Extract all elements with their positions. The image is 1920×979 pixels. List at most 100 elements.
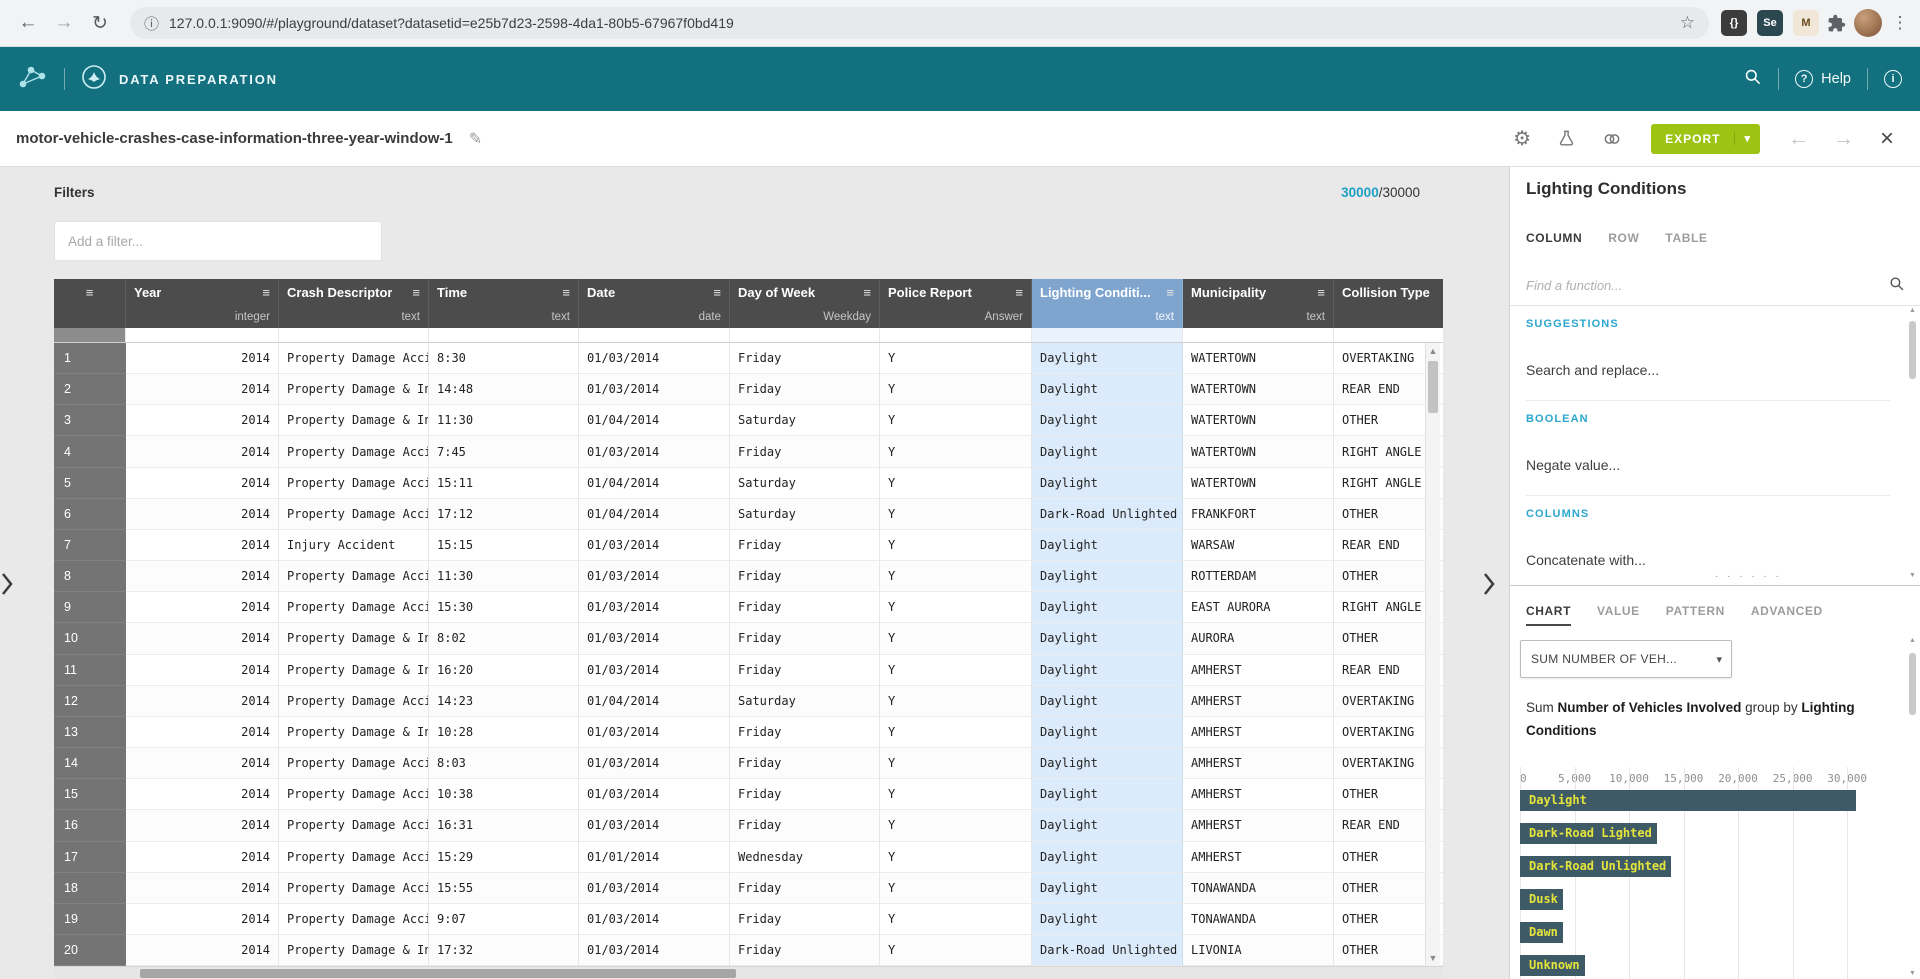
table-cell[interactable]: Daylight — [1032, 748, 1183, 780]
settings-gear-icon[interactable]: ⚙ — [1513, 126, 1531, 151]
table-cell[interactable]: Saturday — [730, 405, 880, 437]
table-horizontal-scrollbar[interactable] — [54, 966, 1443, 979]
table-cell[interactable]: Daylight — [1032, 872, 1183, 904]
table-cell[interactable]: 01/04/2014 — [579, 405, 730, 437]
table-cell[interactable]: Y — [880, 561, 1032, 593]
table-cell[interactable]: Friday — [730, 748, 880, 780]
column-header-municipality[interactable]: Municipality ≡ — [1183, 279, 1334, 306]
row-number[interactable]: 18 — [54, 872, 126, 904]
table-cell[interactable]: Friday — [730, 810, 880, 842]
column-header-year[interactable]: Year ≡ — [126, 279, 279, 306]
table-cell[interactable]: Y — [880, 934, 1032, 966]
table-cell[interactable]: Property Damage Accid — [279, 467, 429, 499]
table-cell[interactable]: 11:30 — [429, 561, 579, 593]
table-cell[interactable]: EAST AURORA — [1183, 592, 1334, 624]
table-cell[interactable]: 01/03/2014 — [579, 592, 730, 624]
table-cell[interactable]: FRANKFORT — [1183, 498, 1334, 530]
table-cell[interactable]: 14:48 — [429, 374, 579, 406]
table-cell[interactable]: Dark-Road Unlighted — [1032, 934, 1183, 966]
scroll-down-icon[interactable]: ▼ — [1908, 572, 1917, 579]
function-list-scrollbar[interactable]: ▲ ▼ — [1908, 307, 1917, 579]
scroll-up-icon[interactable]: ▲ — [1426, 346, 1440, 356]
export-button[interactable]: EXPORT ▾ — [1651, 123, 1760, 154]
table-cell[interactable]: Daylight — [1032, 467, 1183, 499]
table-cell[interactable]: Daylight — [1032, 623, 1183, 655]
function-item[interactable]: Negate value... — [1526, 427, 1890, 496]
row-number[interactable]: 2 — [54, 374, 126, 406]
scroll-down-icon[interactable]: ▼ — [1908, 970, 1917, 977]
table-cell[interactable]: Y — [880, 716, 1032, 749]
table-cell[interactable]: Y — [880, 374, 1032, 406]
table-cell[interactable]: AURORA — [1183, 623, 1334, 655]
tab-row[interactable]: ROW — [1608, 231, 1639, 253]
row-number[interactable]: 20 — [54, 934, 126, 966]
table-cell[interactable]: AMHERST — [1183, 779, 1334, 811]
table-cell[interactable]: 2014 — [126, 934, 279, 966]
table-cell[interactable]: Y — [880, 467, 1032, 499]
table-cell[interactable]: Y — [880, 623, 1032, 655]
table-cell[interactable]: Property Damage & Inj — [279, 623, 429, 655]
table-cell[interactable]: 15:29 — [429, 841, 579, 873]
table-cell[interactable]: Y — [880, 841, 1032, 873]
table-cell[interactable]: Friday — [730, 903, 880, 935]
table-cell[interactable]: 15:30 — [429, 592, 579, 624]
row-number[interactable]: 16 — [54, 810, 126, 842]
column-header-day-of-week[interactable]: Day of Week ≡ — [730, 279, 880, 306]
column-menu-icon[interactable]: ≡ — [1009, 285, 1023, 300]
table-cell[interactable]: Dark-Road Unlighted — [1032, 498, 1183, 530]
table-cell[interactable]: Property Damage Accid — [279, 903, 429, 935]
tab-pattern[interactable]: PATTERN — [1666, 604, 1725, 626]
column-header-time[interactable]: Time ≡ — [429, 279, 579, 306]
function-item[interactable]: Concatenate with... — [1526, 522, 1890, 585]
table-cell[interactable]: Friday — [730, 623, 880, 655]
search-icon[interactable] — [1743, 67, 1762, 91]
table-cell[interactable]: 01/03/2014 — [579, 623, 730, 655]
table-scrollbar-thumb[interactable] — [1428, 361, 1438, 413]
table-cell[interactable]: Injury Accident — [279, 529, 429, 562]
aggregation-select[interactable]: SUM NUMBER OF VEH... ▾ — [1520, 640, 1732, 678]
table-cell[interactable]: 01/03/2014 — [579, 343, 730, 375]
column-menu-icon[interactable]: ≡ — [707, 285, 721, 300]
table-cell[interactable]: AMHERST — [1183, 685, 1334, 717]
row-number[interactable]: 5 — [54, 467, 126, 499]
table-cell[interactable]: 01/03/2014 — [579, 934, 730, 966]
table-cell[interactable]: 2014 — [126, 592, 279, 624]
table-cell[interactable]: Daylight — [1032, 903, 1183, 935]
table-cell[interactable]: Y — [880, 343, 1032, 375]
row-number[interactable]: 8 — [54, 561, 126, 593]
row-number[interactable]: 17 — [54, 841, 126, 873]
row-number[interactable]: 6 — [54, 498, 126, 530]
table-cell[interactable]: 10:28 — [429, 716, 579, 749]
table-cell[interactable]: Y — [880, 810, 1032, 842]
table-cell[interactable]: Property Damage Accid — [279, 810, 429, 842]
table-cell[interactable]: 01/04/2014 — [579, 685, 730, 717]
table-cell[interactable]: Daylight — [1032, 343, 1183, 375]
profile-avatar[interactable] — [1854, 9, 1882, 37]
function-item[interactable]: Search and replace... — [1526, 332, 1890, 401]
scrollbar-thumb[interactable] — [1909, 653, 1916, 715]
table-cell[interactable]: Y — [880, 903, 1032, 935]
table-cell[interactable]: 01/03/2014 — [579, 561, 730, 593]
row-number[interactable]: 1 — [54, 343, 126, 375]
column-header-crash-descriptor[interactable]: Crash Descriptor ≡ — [279, 279, 429, 306]
table-cell[interactable]: Friday — [730, 529, 880, 562]
table-cell[interactable]: 2014 — [126, 405, 279, 437]
table-cell[interactable]: ROTTERDAM — [1183, 561, 1334, 593]
table-cell[interactable]: 2014 — [126, 872, 279, 904]
scroll-up-icon[interactable]: ▲ — [1908, 637, 1917, 644]
table-cell[interactable]: Property Damage Accid — [279, 561, 429, 593]
table-cell[interactable]: AMHERST — [1183, 810, 1334, 842]
table-cell[interactable]: 15:15 — [429, 529, 579, 562]
row-number[interactable]: 9 — [54, 592, 126, 624]
table-cell[interactable]: Property Damage Accid — [279, 592, 429, 624]
table-cell[interactable]: 15:55 — [429, 872, 579, 904]
table-cell[interactable]: WATERTOWN — [1183, 343, 1334, 375]
table-cell[interactable]: WATERTOWN — [1183, 467, 1334, 499]
table-cell[interactable]: Daylight — [1032, 436, 1183, 468]
help-button[interactable]: ? Help — [1795, 70, 1851, 88]
column-header-lighting-conditi[interactable]: Lighting Conditi... ≡ — [1032, 279, 1183, 306]
table-cell[interactable]: Friday — [730, 872, 880, 904]
table-cell[interactable]: Property Damage & Inj — [279, 654, 429, 686]
table-cell[interactable]: WARSAW — [1183, 529, 1334, 562]
table-cell[interactable]: 2014 — [126, 716, 279, 749]
